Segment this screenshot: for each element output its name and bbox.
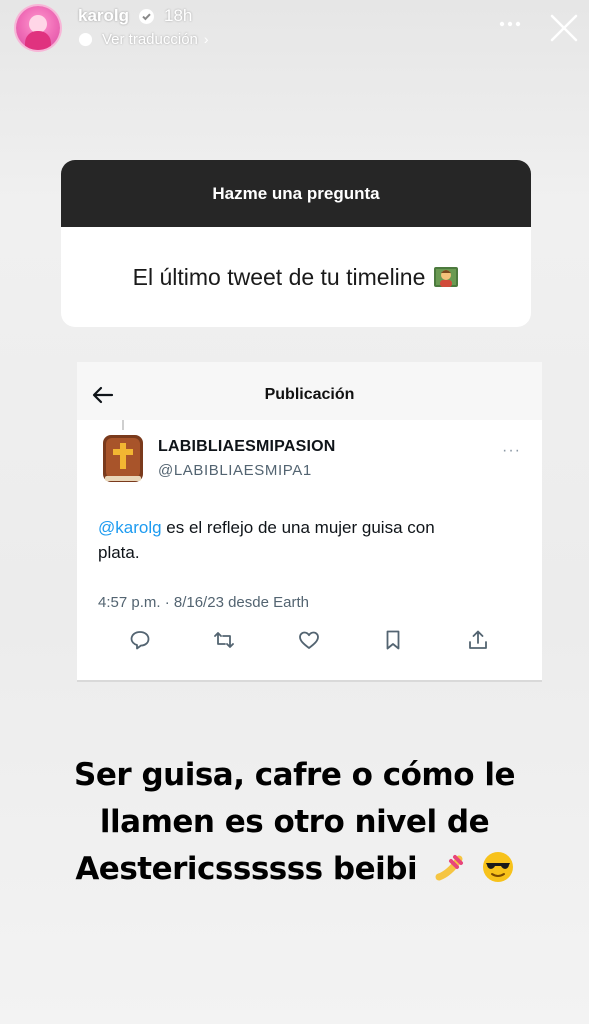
- caption-line-1: Ser guisa, cafre o cómo le: [74, 757, 515, 793]
- translate-label: Ver traducción: [102, 30, 198, 48]
- question-text: El último tweet de tu timeline: [132, 263, 426, 290]
- tweet-display-name[interactable]: LABIBLIAESMIPASION: [158, 438, 336, 456]
- tweet-text: @karolg es el reflejo de una mujer guisa…: [98, 515, 518, 565]
- bookmark-icon[interactable]: [381, 628, 405, 652]
- tweet-text-line2: plata.: [98, 543, 140, 562]
- close-icon[interactable]: [548, 12, 580, 44]
- post-time: 18h: [164, 6, 193, 25]
- chevron-right-icon: ›: [203, 31, 209, 47]
- retweet-icon[interactable]: [212, 628, 236, 652]
- tweet-more-icon[interactable]: ···: [502, 442, 521, 460]
- tweet-topbar-title: Publicación: [264, 386, 355, 403]
- story-caption: Ser guisa, cafre o cómo le llamen es otr…: [0, 752, 589, 893]
- tweet-screenshot: Publicación LABIBLIAESMIPASION @LABIBLIA…: [77, 362, 542, 682]
- tweet-text-line1: es el reflejo de una mujer guisa con: [161, 518, 435, 537]
- story-header: karolg 18h Ver traducción ›: [0, 0, 589, 60]
- more-options-icon[interactable]: [498, 14, 522, 34]
- caption-line-3-text: Aestericssssss beibi: [75, 851, 418, 887]
- question-sticker-question: El último tweet de tu timeline: [61, 227, 531, 327]
- bible-avatar-icon[interactable]: [101, 432, 145, 484]
- reply-icon[interactable]: [128, 628, 152, 652]
- share-icon[interactable]: [466, 628, 490, 652]
- thread-line: [122, 420, 124, 430]
- translate-link[interactable]: Ver traducción ›: [78, 29, 209, 49]
- question-sticker[interactable]: Hazme una pregunta El último tweet de tu…: [61, 160, 531, 327]
- tweet-timestamp: 4:57 p.m. · 8/16/23 desde Earth: [98, 594, 309, 611]
- username[interactable]: karolg: [78, 6, 129, 26]
- caption-line-3: Aestericssssss beibi: [0, 846, 589, 893]
- caption-line-2: llamen es otro nivel de: [99, 804, 490, 840]
- verified-badge-icon: [139, 9, 154, 24]
- nail-polish-emoji-icon: [435, 855, 464, 881]
- teacher-emoji-icon: [433, 265, 459, 289]
- like-icon[interactable]: [297, 628, 321, 652]
- question-sticker-title: Hazme una pregunta: [61, 160, 531, 227]
- translate-icon: [78, 32, 93, 46]
- sunglasses-emoji-icon: [482, 852, 513, 882]
- avatar[interactable]: [16, 6, 60, 50]
- tweet-mention[interactable]: @karolg: [98, 518, 162, 537]
- tweet-topbar: Publicación: [77, 362, 542, 420]
- tweet-handle[interactable]: @LABIBLIAESMIPA1: [158, 462, 312, 479]
